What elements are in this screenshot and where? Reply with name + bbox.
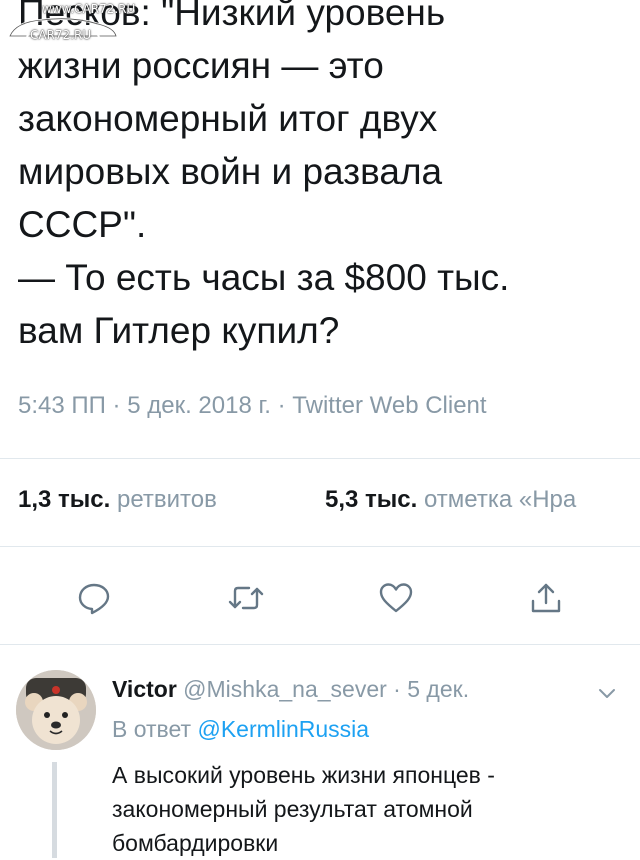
watermark: www.CAR72.RU CAR72.RU [2,2,135,46]
tweet-text: Песков: "Низкий уровень жизни россиян — … [18,0,628,357]
tweet-line: закономерный итог двух [18,98,438,139]
divider [0,644,640,645]
reply-mention-link[interactable]: @KermlinRussia [197,716,369,742]
reply-author-handle[interactable]: @Mishka_na_sever [183,676,387,702]
tweet-line: мировых войн и развала [18,151,443,192]
tweet-line: вам Гитлер купил? [18,310,340,351]
reply-button[interactable] [74,578,114,618]
retweets-label: ретвитов [116,486,217,513]
likes-stat[interactable]: 5,3 тыс. отметка «Нра [325,486,576,514]
watermark-text: www.CAR72.RU [42,2,136,16]
reply-dot: · [393,676,401,702]
reply-date[interactable]: 5 дек. [407,676,469,702]
likes-count: 5,3 тыс. [325,486,418,513]
reply-header: Victor @Mishka_na_sever · 5 дек. [112,676,469,703]
likes-label: отметка «Нра [423,486,577,513]
reply-line: А высокий уровень жизни японцев - [112,762,495,788]
retweets-count: 1,3 тыс. [18,486,111,513]
tweet-line: жизни россиян — это [18,45,384,86]
retweets-stat[interactable]: 1,3 тыс. ретвитов [18,486,217,514]
share-button[interactable] [526,578,566,618]
reply-line: закономерный результат атомной [112,796,473,822]
reply-icon [78,583,110,615]
retweet-icon [228,586,264,610]
reply-prefix: В ответ [112,716,192,742]
reply-author-name[interactable]: Victor [112,676,177,702]
like-button[interactable] [376,578,416,618]
avatar-image [16,670,96,750]
divider [0,546,640,547]
reply-context: В ответ @KermlinRussia [112,716,369,743]
tweet-line: СССР". [18,204,147,245]
share-icon [531,583,561,613]
tweet-line: — То есть часы за $800 тыс. [18,257,510,298]
reply-line: бомбардировки [112,830,279,856]
retweet-button[interactable] [226,578,266,618]
avatar[interactable] [16,670,96,750]
chevron-down-icon[interactable] [596,682,618,704]
divider [0,458,640,459]
reply-text: А высокий уровень жизни японцев - законо… [112,758,632,860]
watermark-text: CAR72.RU [30,28,92,42]
like-icon [379,583,413,613]
tweet-meta: 5:43 ПП · 5 дек. 2018 г. · Twitter Web C… [18,392,487,419]
thread-line [52,762,57,858]
